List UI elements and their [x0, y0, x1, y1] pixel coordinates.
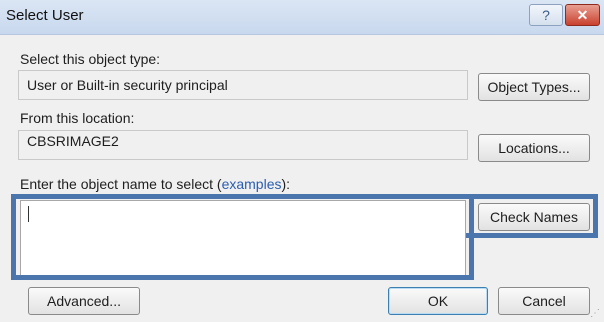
- question-mark-icon: ?: [542, 7, 550, 23]
- advanced-button[interactable]: Advanced...: [28, 287, 140, 315]
- object-types-button[interactable]: Object Types...: [478, 73, 590, 101]
- object-name-label-suffix: ):: [281, 176, 291, 192]
- cancel-button[interactable]: Cancel: [498, 287, 590, 315]
- check-names-button[interactable]: Check Names: [478, 203, 590, 231]
- object-type-value: User or Built-in security principal: [27, 77, 228, 93]
- window-title: Select User: [6, 7, 84, 24]
- resize-grip-icon[interactable]: ⋰: [590, 308, 602, 320]
- close-icon: ✕: [576, 6, 589, 23]
- ok-button[interactable]: OK: [388, 287, 488, 315]
- object-type-label: Select this object type:: [20, 51, 161, 67]
- object-type-field: User or Built-in security principal: [18, 70, 468, 100]
- title-bar: Select User ? ✕: [0, 0, 604, 35]
- object-name-input[interactable]: [20, 200, 466, 277]
- examples-link[interactable]: examples: [222, 176, 282, 192]
- text-caret: [28, 206, 29, 222]
- help-button[interactable]: ?: [529, 4, 563, 26]
- object-name-label: Enter the object name to select (example…: [20, 176, 290, 192]
- location-label: From this location:: [20, 110, 135, 126]
- object-name-label-prefix: Enter the object name to select (: [20, 176, 222, 192]
- location-value: CBSRIMAGE2: [27, 133, 119, 149]
- locations-button[interactable]: Locations...: [478, 134, 590, 162]
- location-field: CBSRIMAGE2: [18, 130, 468, 160]
- close-button[interactable]: ✕: [565, 4, 600, 26]
